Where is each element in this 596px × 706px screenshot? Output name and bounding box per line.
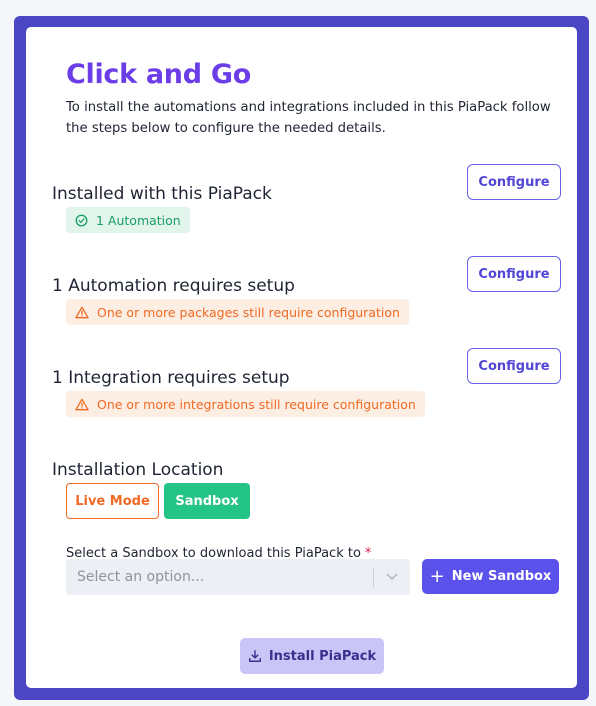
section-title-automation: 1 Automation requires setup <box>52 276 295 296</box>
automation-warning-badge: One or more packages still require confi… <box>66 299 409 325</box>
automation-count-badge: 1 Automation <box>66 207 190 233</box>
install-piapack-button[interactable]: Install PiaPack <box>240 638 384 674</box>
warning-triangle-icon <box>75 398 89 410</box>
integration-warning-badge: One or more integrations still require c… <box>66 391 425 417</box>
configure-integration-button[interactable]: Configure <box>467 348 561 384</box>
install-piapack-label: Install PiaPack <box>268 648 377 664</box>
automation-count-text: 1 Automation <box>96 212 181 228</box>
configure-automation-button[interactable]: Configure <box>467 256 561 292</box>
live-mode-button[interactable]: Live Mode <box>66 483 159 519</box>
section-title-location: Installation Location <box>52 460 224 480</box>
sandbox-select[interactable]: Select an option... <box>66 559 410 595</box>
check-circle-icon <box>75 214 88 226</box>
warning-triangle-icon <box>75 306 89 318</box>
sandbox-select-placeholder: Select an option... <box>77 569 205 585</box>
section-title-installed: Installed with this PiaPack <box>52 184 272 204</box>
intro-text: To install the automations and integrati… <box>66 100 551 136</box>
integration-warning-text: One or more integrations still require c… <box>97 396 416 412</box>
chevron-down-icon[interactable] <box>374 573 410 581</box>
section-title-integration: 1 Integration requires setup <box>52 368 290 388</box>
configure-installed-button[interactable]: Configure <box>467 164 561 200</box>
plus-icon: + <box>429 565 445 587</box>
dialog-frame: Click and Go To install the automations … <box>14 16 589 700</box>
dialog-card: Click and Go To install the automations … <box>26 27 577 688</box>
sandbox-mode-button[interactable]: Sandbox <box>164 483 250 519</box>
new-sandbox-label: New Sandbox <box>451 569 552 584</box>
automation-warning-text: One or more packages still require confi… <box>97 304 400 320</box>
download-icon <box>248 650 261 662</box>
new-sandbox-button[interactable]: + New Sandbox <box>422 559 559 594</box>
page-title: Click and Go <box>66 59 251 90</box>
